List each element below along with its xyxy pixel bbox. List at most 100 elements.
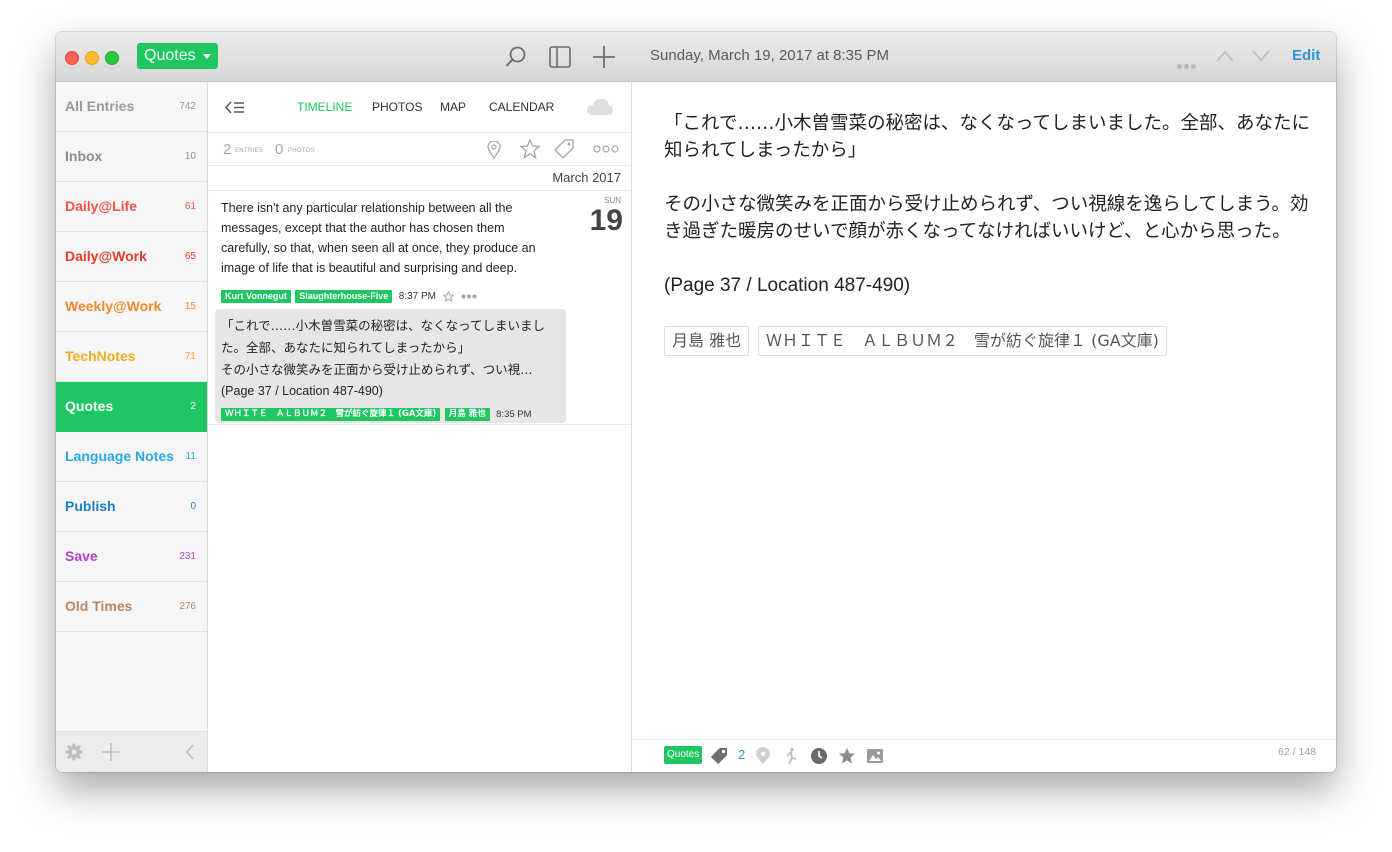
star-icon[interactable] (442, 290, 456, 303)
title-bar: Quotes Sunday, March 19, 2017 at 8:35 PM… (56, 32, 1336, 82)
sidebar-item-weekly-work[interactable]: Weekly@Work 15 (56, 282, 207, 332)
sidebar-item-label: Save (65, 548, 98, 564)
star-icon[interactable] (838, 747, 856, 765)
collapse-list-icon[interactable] (225, 101, 245, 114)
entry-tag-row: ＷＨＩＴＥ ＡＬＢＵＭ２ 雪が紡ぐ旋律１ (GA文庫) 月島 雅也 8:35 P… (221, 406, 532, 424)
entry-date[interactable]: Sunday, March 19, 2017 at 8:35 PM (650, 47, 889, 64)
journal-selector-label: Quotes (144, 47, 196, 64)
sidebar-item-count: 15 (184, 301, 196, 312)
sidebar-item-count: 71 (184, 351, 196, 362)
sidebar-item-old-times[interactable]: Old Times 276 (56, 582, 207, 632)
entry-divider (208, 424, 631, 425)
chevron-up-icon[interactable] (1216, 49, 1234, 63)
sidebar-item-count: 2 (190, 401, 196, 412)
sidebar-item-count: 11 (185, 451, 196, 462)
sidebar-item-save[interactable]: Save 231 (56, 532, 207, 582)
sidebar-item-language-notes[interactable]: Language Notes 11 (56, 432, 207, 482)
photo-icon[interactable] (866, 747, 884, 765)
sidebar-item-all-entries[interactable]: All Entries 742 (56, 82, 207, 132)
entry-body[interactable]: 「これで……小木曽雪菜の秘密は、なくなってしまいました。全部、あなたに知られてし… (664, 110, 1314, 356)
entry-content[interactable]: 「これで……小木曽雪菜の秘密は、なくなってしまいました。全部、あなたに知られてし… (632, 82, 1336, 772)
journal-badge[interactable]: Quotes (664, 746, 703, 764)
month-header: March 2017 (552, 170, 621, 185)
close-window-button[interactable] (65, 51, 79, 65)
tab-photos[interactable]: PHOTOS (372, 100, 422, 114)
tab-calendar[interactable]: CALENDAR (489, 100, 554, 114)
entry-timeline: TIMELINE PHOTOS MAP CALENDAR 2 ENTRIES 0… (208, 82, 632, 772)
month-divider (208, 190, 631, 191)
journal-sidebar: All Entries 742 Inbox 10 Daily@Life 61 Daily@W… (56, 82, 208, 772)
add-journal-icon[interactable] (102, 743, 120, 761)
entry-preview-text: 「これで……小木曽雪菜の秘密は、なくなってしまいまし た。全部、あなたに知られて… (221, 315, 559, 401)
app-window: Quotes Sunday, March 19, 2017 at 8:35 PM… (56, 32, 1336, 772)
sidebar-item-daily-life[interactable]: Daily@Life 61 (56, 182, 207, 232)
sidebar-item-label: Old Times (65, 598, 133, 614)
collapse-sidebar-icon[interactable] (185, 744, 195, 760)
sidebar-item-count: 61 (184, 201, 196, 212)
tag-icon[interactable] (710, 747, 728, 765)
journal-list: All Entries 742 Inbox 10 Daily@Life 61 Daily@W… (56, 82, 207, 632)
entry-preview-line: た。全部、あなたに知られてしまったから」 (221, 340, 471, 355)
more-options-icon[interactable] (1177, 54, 1198, 73)
location-icon[interactable] (754, 747, 772, 765)
more-options-icon[interactable] (461, 294, 477, 299)
entry-tag[interactable]: Slaughterhouse-Five (295, 290, 393, 304)
entries-label: ENTRIES (235, 148, 264, 154)
star-filter-icon[interactable] (520, 139, 540, 159)
sidebar-item-count: 231 (179, 551, 196, 562)
sidebar-item-publish[interactable]: Publish 0 (56, 482, 207, 532)
tag-filter-icon[interactable] (554, 139, 574, 159)
search-icon[interactable] (504, 45, 528, 69)
more-filters-icon[interactable] (593, 145, 619, 153)
entry-tag[interactable]: 月島 雅也 (444, 408, 490, 422)
sidebar-item-count: 742 (179, 101, 196, 112)
timeline-entry[interactable]: There isn't any particular relationship … (221, 198, 546, 278)
timeline-entry-selected[interactable]: 「これで……小木曽雪菜の秘密は、なくなってしまいまし た。全部、あなたに知られて… (215, 309, 566, 423)
sidebar-item-label: Daily@Life (65, 198, 138, 214)
cloud-sync-icon[interactable] (586, 98, 614, 116)
entry-footer-bar: Quotes 2 62 / 148 (632, 739, 1336, 772)
sidebar-item-label: Publish (65, 498, 116, 514)
sidebar-item-count: 65 (184, 251, 196, 262)
new-entry-icon[interactable] (592, 45, 616, 69)
sidebar-item-daily-work[interactable]: Daily@Work 65 (56, 232, 207, 282)
tab-map[interactable]: MAP (440, 100, 466, 114)
sidebar-item-label: All Entries (65, 98, 135, 114)
sidebar-item-label: Inbox (65, 148, 103, 164)
tab-timeline[interactable]: TIMELINE (297, 100, 352, 114)
sidebar-item-count: 10 (184, 151, 196, 162)
sidebar-item-technotes[interactable]: TechNotes 71 (56, 332, 207, 382)
tag-chip[interactable]: 月島 雅也 (664, 326, 750, 356)
zoom-window-button[interactable] (105, 51, 119, 65)
entry-tag-row: Kurt Vonnegut Slaughterhouse-Five 8:37 P… (221, 288, 477, 306)
entry-paragraph: (Page 37 / Location 487-490) (664, 275, 911, 296)
activity-icon[interactable] (782, 747, 800, 765)
entry-preview-line: 「これで……小木曽雪菜の秘密は、なくなってしまいまし (221, 318, 546, 333)
entry-time: 8:35 PM (496, 409, 532, 421)
sidebar-item-label: Daily@Work (65, 248, 147, 264)
entry-preview-line: (Page 37 / Location 487-490) (221, 384, 383, 398)
tag-chip[interactable]: ＷＨＩＴＥ ＡＬＢＵＭ２ 雪が紡ぐ旋律１ (GA文庫) (757, 326, 1167, 356)
sidebar-item-count: 276 (179, 601, 196, 612)
entry-tag[interactable]: Kurt Vonnegut (221, 290, 291, 304)
photos-count: 0 (275, 141, 284, 158)
minimize-window-button[interactable] (85, 51, 99, 65)
sidebar-item-count: 0 (190, 501, 196, 512)
location-filter-icon[interactable] (487, 141, 501, 159)
clock-icon[interactable] (810, 747, 828, 765)
entry-paragraph: その小さな微笑みを正面から受け止められず、つい視線を逸らしてしまう。効き過ぎた暖… (664, 194, 1309, 242)
timeline-toolbar: TIMELINE PHOTOS MAP CALENDAR (208, 82, 631, 133)
day-number: 19 (589, 204, 623, 237)
toggle-sidebar-icon[interactable] (548, 45, 572, 69)
word-count: 62 / 148 (1278, 746, 1316, 758)
journal-selector-button[interactable]: Quotes (137, 43, 218, 69)
entry-tag[interactable]: ＷＨＩＴＥ ＡＬＢＵＭ２ 雪が紡ぐ旋律１ (GA文庫) (221, 408, 441, 422)
entry-preview-line: その小さな微笑みを正面から受け止められず、つい視… (221, 362, 533, 377)
chevron-down-icon (203, 54, 211, 59)
sidebar-item-quotes[interactable]: Quotes 2 (56, 382, 207, 432)
sidebar-item-inbox[interactable]: Inbox 10 (56, 132, 207, 182)
edit-button[interactable]: Edit (1292, 47, 1320, 64)
gear-icon[interactable] (65, 743, 83, 761)
entry-preview-text: There isn't any particular relationship … (221, 201, 536, 275)
chevron-down-icon[interactable] (1252, 49, 1270, 63)
